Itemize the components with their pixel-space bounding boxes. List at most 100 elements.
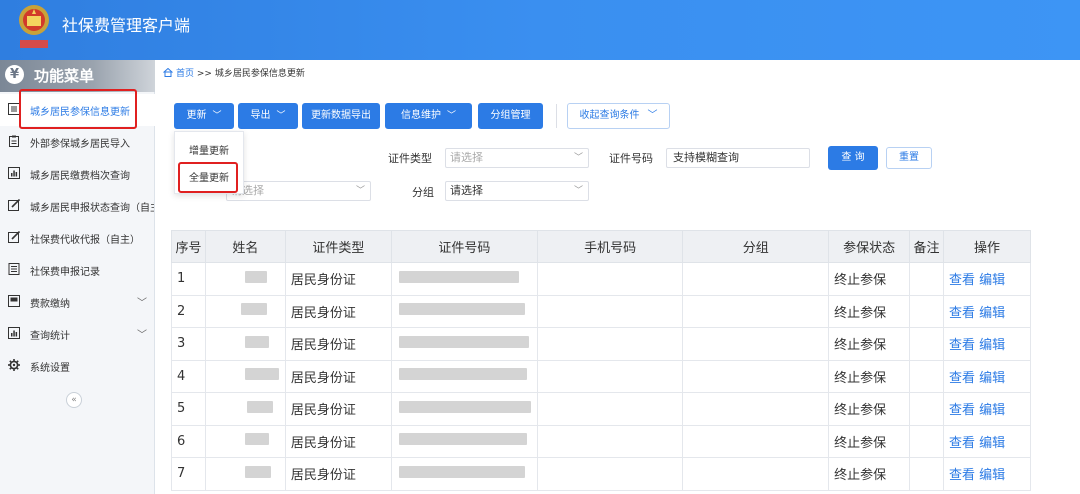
update-dropdown-button[interactable]: 更新 ﹀ <box>174 103 234 129</box>
cell-name <box>204 359 286 393</box>
view-link[interactable]: 查看 <box>949 306 975 321</box>
resident-table: 序号 姓名 证件类型 证件号码 手机号码 分组 参保状态 备注 操作 1 居民身… <box>171 230 1031 491</box>
cell-action: 查看 编辑 <box>943 424 1031 458</box>
sidebar-item-agency-declare[interactable]: 社保费代收代报（自主） <box>0 222 155 254</box>
column-header-id-no: 证件号码 <box>390 230 538 263</box>
cell-no: 5 <box>171 392 206 426</box>
redacted-name <box>240 303 267 316</box>
yen-icon: ¥ <box>5 65 24 84</box>
cell-id-type: 居民身份证 <box>284 327 392 361</box>
document-icon <box>8 263 20 275</box>
sidebar-item-query-stats[interactable]: 查询统计 ﹀ <box>0 318 155 350</box>
chevron-down-icon: ﹀ <box>573 153 583 163</box>
id-no-input[interactable]: 支持模糊查询 <box>666 148 810 168</box>
column-header-action: 操作 <box>943 230 1031 263</box>
redacted-name <box>244 270 267 283</box>
export-dropdown-button[interactable]: 导出 ﹀ <box>238 103 298 129</box>
redacted-name <box>244 335 269 348</box>
query-button[interactable]: 查 询 <box>828 146 878 170</box>
sidebar-collapse-button[interactable]: « <box>66 392 82 408</box>
cell-id-type: 居民身份证 <box>284 392 392 426</box>
cell-id-no <box>390 392 538 426</box>
sidebar-item-external-import[interactable]: 外部参保城乡居民导入 <box>0 126 155 158</box>
view-link[interactable]: 查看 <box>949 273 975 288</box>
cell-status: 终止参保 <box>828 327 911 361</box>
chevron-down-icon: ﹀ <box>573 186 583 196</box>
sidebar-item-fee-payment[interactable]: 费款缴纳 ﹀ <box>0 286 155 318</box>
group-select[interactable]: 请选择 ﹀ <box>445 181 589 201</box>
edit-link[interactable]: 编辑 <box>979 306 1005 321</box>
cell-group <box>682 359 830 393</box>
incremental-update-option[interactable]: 增量更新 <box>189 142 229 157</box>
app-header: 社保费管理客户端 <box>0 0 1080 60</box>
cell-no: 7 <box>171 457 206 491</box>
redacted-id <box>398 368 527 381</box>
group-label: 分组 <box>412 186 434 199</box>
id-type-select[interactable]: 请选择 ﹀ <box>445 148 589 168</box>
cell-status: 终止参保 <box>828 359 911 393</box>
breadcrumb-home-link[interactable]: 首页 <box>176 69 194 79</box>
row2-select[interactable]: 请选择 ﹀ <box>226 181 371 201</box>
cell-id-no <box>390 262 538 296</box>
id-no-label: 证件号码 <box>609 152 653 165</box>
cell-remark <box>909 294 944 328</box>
cell-id-type: 居民身份证 <box>284 424 392 458</box>
reset-button[interactable]: 重置 <box>886 147 932 169</box>
sidebar-item-settings[interactable]: 系统设置 <box>0 350 155 382</box>
redacted-name <box>244 465 271 478</box>
chevron-down-icon: ﹀ <box>276 111 286 121</box>
highlight-box-full-update <box>178 162 238 193</box>
edit-link[interactable]: 编辑 <box>979 403 1005 418</box>
group-placeholder: 请选择 <box>450 184 483 197</box>
app-title: 社保费管理客户端 <box>62 16 191 35</box>
breadcrumb-current: 城乡居民参保信息更新 <box>214 69 305 79</box>
redacted-name <box>244 368 279 381</box>
cell-remark <box>909 327 944 361</box>
cell-id-type: 居民身份证 <box>284 294 392 328</box>
cell-id-type: 居民身份证 <box>284 262 392 296</box>
info-maintain-label: 信息维护 <box>400 110 441 121</box>
sidebar-item-label: 费款缴纳 <box>30 299 70 310</box>
collapse-query-label: 收起查询条件 <box>579 110 640 121</box>
sidebar-item-label: 社保费申报记录 <box>30 267 100 278</box>
tax-emblem-icon <box>19 5 49 48</box>
table-row: 4 居民身份证 终止参保 查看 编辑 <box>171 359 1031 393</box>
edit-link[interactable]: 编辑 <box>979 273 1005 288</box>
cell-phone <box>536 392 684 426</box>
view-link[interactable]: 查看 <box>949 468 975 483</box>
cell-phone <box>536 327 684 361</box>
gear-icon <box>8 359 20 371</box>
cell-group <box>682 294 830 328</box>
cell-remark <box>909 392 944 426</box>
group-manage-button[interactable]: 分组管理 <box>478 103 543 129</box>
view-link[interactable]: 查看 <box>949 371 975 386</box>
update-data-export-button[interactable]: 更新数据导出 <box>302 103 380 129</box>
cell-group <box>682 392 830 426</box>
info-maintain-dropdown-button[interactable]: 信息维护 ﹀ <box>385 103 472 129</box>
cell-remark <box>909 262 944 296</box>
sidebar-item-label: 城乡居民缴费档次查询 <box>30 171 130 182</box>
edit-link[interactable]: 编辑 <box>979 338 1005 353</box>
edit-link[interactable]: 编辑 <box>979 468 1005 483</box>
cell-id-type: 居民身份证 <box>284 359 392 393</box>
chevron-down-icon: ﹀ <box>446 111 456 121</box>
chevron-down-icon: ﹀ <box>212 111 222 121</box>
edit-link[interactable]: 编辑 <box>979 436 1005 451</box>
view-link[interactable]: 查看 <box>949 436 975 451</box>
cell-action: 查看 编辑 <box>943 294 1031 328</box>
view-link[interactable]: 查看 <box>949 403 975 418</box>
collapse-query-button[interactable]: 收起查询条件 ﹀ <box>567 103 670 129</box>
edit-link[interactable]: 编辑 <box>979 371 1005 386</box>
view-link[interactable]: 查看 <box>949 338 975 353</box>
sidebar-item-label: 城乡居民申报状态查询（自主 <box>30 203 154 214</box>
table-row: 5 居民身份证 终止参保 查看 编辑 <box>171 392 1031 426</box>
sidebar-item-declare-record[interactable]: 社保费申报记录 <box>0 254 155 286</box>
redacted-name <box>246 400 273 413</box>
cell-group <box>682 424 830 458</box>
table-row: 7 居民身份证 终止参保 查看 编辑 <box>171 457 1031 491</box>
sidebar-item-label: 查询统计 <box>30 331 70 342</box>
sidebar-item-declare-status[interactable]: 城乡居民申报状态查询（自主 <box>0 190 155 222</box>
cell-name <box>204 262 286 296</box>
sidebar-item-payment-level[interactable]: 城乡居民缴费档次查询 <box>0 158 155 190</box>
cell-status: 终止参保 <box>828 392 911 426</box>
